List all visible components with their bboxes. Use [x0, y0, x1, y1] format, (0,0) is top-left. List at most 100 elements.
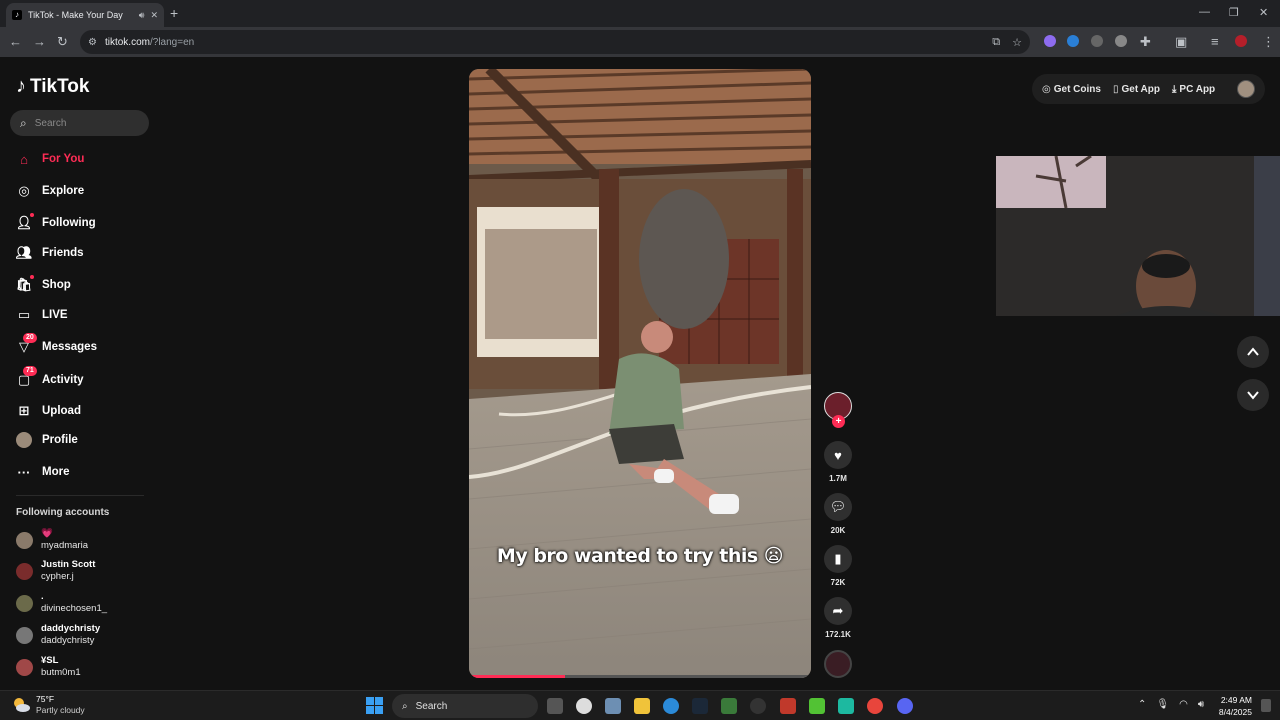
windows-taskbar: 75°F Partly cloudy ⌕ Search ⌃ 🎙︎ ◠ 🔊︎ 2:… — [0, 690, 1280, 720]
volume-icon[interactable]: 🔊︎ — [1198, 699, 1204, 710]
account-item[interactable]: . divinechosen1_ — [16, 591, 107, 615]
media-control-icon[interactable]: ≡ — [1211, 34, 1219, 49]
app-icon[interactable] — [721, 698, 737, 714]
download-icon: ⤓ — [1172, 83, 1177, 95]
friends-icon: 👥︎ — [15, 245, 33, 260]
follow-plus-icon[interactable]: + — [832, 415, 845, 428]
sound-disc-icon[interactable] — [824, 650, 852, 678]
pc-app-label: PC App — [1179, 83, 1216, 95]
save-count: 72K — [830, 578, 846, 587]
compass-icon: ◎ — [18, 183, 30, 198]
temperature: 75°F — [36, 694, 55, 704]
get-app-button[interactable]: ▯ Get App — [1113, 84, 1160, 95]
nav-friends[interactable]: 👥︎ Friends — [16, 245, 84, 261]
forward-icon[interactable]: → — [33, 34, 46, 49]
url-path: /?lang=en — [149, 36, 195, 48]
address-bar[interactable]: ⚙ tiktok.com/?lang=en ⧉ ☆ — [80, 30, 1030, 54]
wifi-icon[interactable]: ◠ — [1179, 699, 1188, 710]
app-icon[interactable] — [576, 698, 592, 714]
video-progress-bar[interactable] — [469, 675, 811, 678]
clock[interactable]: 2:49 AM 8/4/2025 — [1214, 694, 1252, 718]
activity-badge: 71 — [23, 366, 37, 376]
edge-icon[interactable] — [663, 698, 679, 714]
bookmark-star-icon[interactable]: ☆ — [1012, 36, 1022, 49]
nav-live[interactable]: ▭ LIVE — [16, 307, 68, 323]
nav-profile[interactable]: Profile — [16, 432, 78, 448]
nav-following[interactable]: 👤︎ Following — [16, 213, 96, 231]
nav-upload[interactable]: ⊞ Upload — [16, 403, 81, 419]
menu-kebab-icon[interactable]: ⋮ — [1262, 34, 1275, 50]
heart-icon[interactable]: ♥ — [824, 441, 852, 469]
account-item[interactable]: Justin Scott cypher.j — [16, 559, 95, 583]
profile-avatar-icon[interactable] — [1235, 35, 1247, 47]
divider — [16, 495, 144, 496]
weather-widget[interactable]: 75°F Partly cloudy — [12, 694, 85, 716]
chevron-up-icon — [1247, 347, 1259, 356]
settings-icon[interactable] — [605, 698, 621, 714]
speaker-icon[interactable]: 🔊︎ — [139, 10, 145, 21]
app-icon[interactable] — [780, 698, 796, 714]
tiktok-favicon-icon: ♪ — [12, 10, 22, 20]
like-action[interactable]: ♥ 1.7M — [824, 441, 852, 483]
save-action[interactable]: ▮ 72K — [824, 545, 852, 587]
microphone-icon[interactable]: 🎙︎ — [1156, 699, 1169, 710]
browser-tab[interactable]: ♪ TikTok - Make Your Day 🔊︎ ✕ — [6, 3, 164, 27]
share-action[interactable]: ➦ 172.1K — [824, 597, 852, 639]
account-item[interactable]: ¥SL butm0m1 — [16, 655, 81, 679]
file-explorer-icon[interactable] — [634, 698, 650, 714]
account-handle: divinechosen1_ — [41, 603, 108, 614]
restore-icon[interactable]: ❐ — [1229, 6, 1239, 19]
extension-icon[interactable] — [1115, 35, 1127, 47]
install-app-icon[interactable]: ⧉ — [992, 36, 1000, 49]
nav-explore[interactable]: ◎ Explore — [16, 183, 84, 199]
weather-condition: Partly cloudy — [36, 705, 85, 715]
chevron-up-icon[interactable]: ⌃ — [1138, 699, 1146, 710]
task-view-icon[interactable] — [547, 698, 563, 714]
app-icon[interactable] — [750, 698, 766, 714]
extension-icon[interactable] — [1091, 35, 1103, 47]
get-coins-button[interactable]: ◎ Get Coins — [1042, 84, 1101, 95]
extension-icon[interactable] — [1044, 35, 1056, 47]
search-placeholder: Search — [34, 117, 67, 129]
comment-action[interactable]: 💬︎ 20K — [824, 493, 852, 535]
messages-badge: 20 — [23, 333, 37, 343]
extensions-puzzle-icon[interactable]: ✚ — [1140, 34, 1151, 50]
nav-more[interactable]: ··· More — [16, 464, 70, 480]
site-info-icon[interactable]: ⚙ — [88, 37, 97, 48]
new-tab-button[interactable]: + — [170, 5, 178, 21]
comment-icon[interactable]: 💬︎ — [824, 493, 852, 521]
account-item[interactable]: 💗 myadmaria — [16, 528, 88, 552]
profile-avatar[interactable] — [1237, 80, 1255, 98]
minimize-icon[interactable]: — — [1199, 6, 1210, 18]
taskbar-search[interactable]: ⌕ Search — [392, 694, 538, 718]
reload-icon[interactable]: ↻ — [57, 34, 68, 50]
previous-video-button[interactable] — [1237, 336, 1269, 368]
chrome-icon[interactable] — [867, 698, 883, 714]
close-tab-icon[interactable]: ✕ — [150, 10, 158, 21]
back-icon[interactable]: ← — [9, 34, 22, 49]
side-panel-icon[interactable]: ▣ — [1175, 34, 1187, 50]
steam-icon[interactable] — [692, 698, 708, 714]
nav-for-you[interactable]: ⌂ For You — [16, 151, 84, 167]
share-arrow-icon[interactable]: ➦ — [824, 597, 852, 625]
comment-count: 20K — [830, 526, 846, 535]
nav-activity[interactable]: ▢ 71 Activity — [16, 366, 84, 388]
notifications-icon[interactable] — [1261, 699, 1271, 712]
close-window-icon[interactable]: ✕ — [1259, 6, 1268, 19]
account-item[interactable]: daddychristy daddychristy — [16, 623, 100, 647]
extension-icon[interactable] — [1067, 35, 1079, 47]
video-player[interactable]: My bro wanted to try this 😦 — [469, 69, 811, 678]
browser-tab-bar: ♪ TikTok - Make Your Day 🔊︎ ✕ + — ❐ ✕ — [0, 0, 1280, 27]
discord-icon[interactable] — [897, 698, 913, 714]
app-icon[interactable] — [809, 698, 825, 714]
windows-start-icon[interactable] — [366, 697, 383, 714]
next-video-button[interactable] — [1237, 379, 1269, 411]
nav-shop[interactable]: 🛍︎ Shop — [16, 275, 71, 293]
pc-app-button[interactable]: ⤓ PC App — [1172, 84, 1215, 95]
video-frame — [469, 69, 811, 678]
search-input[interactable]: ⌕ Search — [10, 110, 149, 136]
bookmark-icon[interactable]: ▮ — [824, 545, 852, 573]
nav-messages[interactable]: ▽ 20 Messages — [16, 333, 97, 355]
tiktok-logo[interactable]: ♪ TikTok — [16, 75, 89, 98]
app-icon[interactable] — [838, 698, 854, 714]
